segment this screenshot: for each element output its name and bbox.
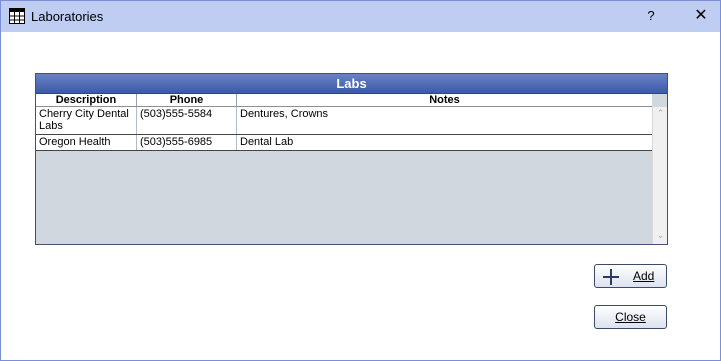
grid-title: Labs [36,74,667,94]
cell-phone: (503)555-6985 [137,135,237,150]
laboratories-window: Laboratories ? ✕ Labs Description Phone … [0,0,721,361]
vertical-scrollbar[interactable]: ⌃ ⌄ [652,107,667,244]
help-button[interactable]: ? [639,5,663,27]
table-row[interactable]: Oregon Health (503)555-6985 Dental Lab [36,135,652,151]
cell-notes: Dental Lab [240,136,294,148]
title-bar: Laboratories ? ✕ [1,1,720,32]
column-header-description[interactable]: Description [36,94,137,106]
column-header-phone[interactable]: Phone [137,94,237,106]
close-button-label: Close [615,310,646,324]
cell-notes: Dentures, Crowns [240,108,329,120]
cell-description: Cherry City Dental Labs [36,107,137,134]
cell-description: Oregon Health [36,135,137,150]
scroll-down-icon[interactable]: ⌄ [653,229,667,241]
column-header-notes[interactable]: Notes [237,94,652,106]
window-close-button[interactable]: ✕ [689,5,713,27]
add-button-label: Add [633,269,655,283]
table-row[interactable]: Cherry City Dental Labs (503)555-5584 De… [36,107,652,135]
dialog-body: Labs Description Phone Notes Cherry City… [1,32,720,360]
plus-icon [603,269,619,285]
grid-header: Description Phone Notes [36,94,652,107]
grid-icon [9,8,25,24]
add-button[interactable]: Add [594,264,667,288]
cell-phone: (503)555-5584 [137,107,237,134]
close-button[interactable]: Close [594,305,667,329]
labs-grid: Labs Description Phone Notes Cherry City… [35,73,668,245]
window-title: Laboratories [31,9,104,24]
scroll-up-icon[interactable]: ⌃ [653,107,667,119]
